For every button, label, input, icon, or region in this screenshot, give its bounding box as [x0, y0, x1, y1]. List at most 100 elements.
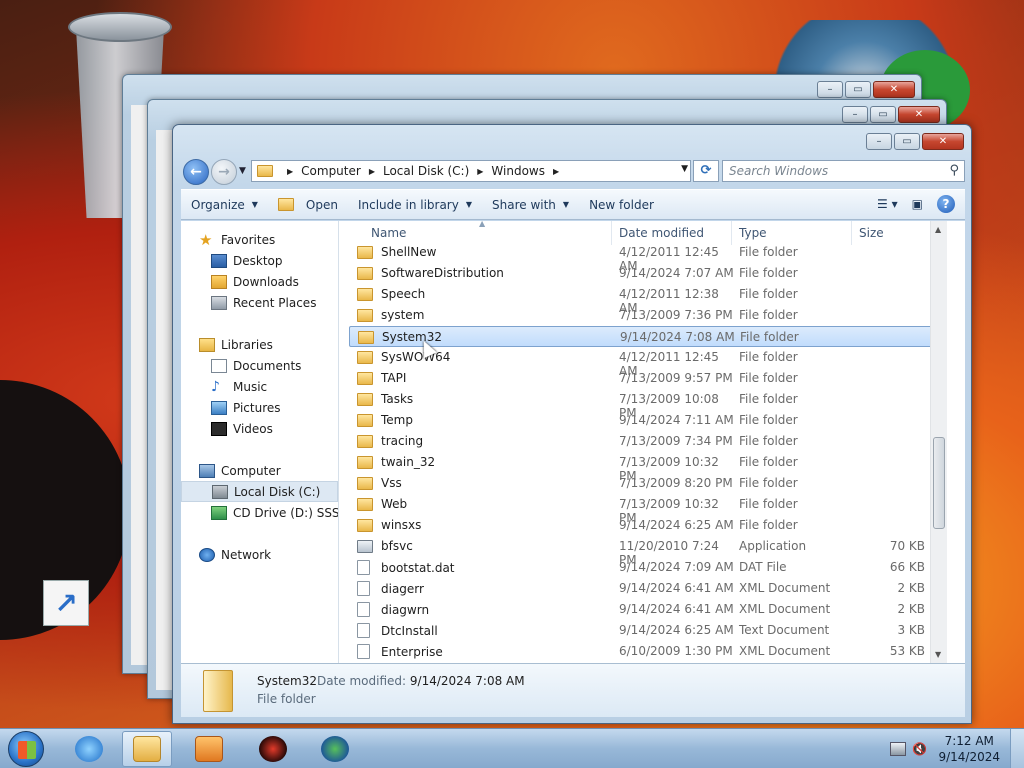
file-row[interactable]: SysWOW64 4/12/2011 12:45 AM File folder	[349, 347, 947, 378]
file-name-cell[interactable]: bfsvc	[357, 539, 597, 553]
close-button[interactable]: ✕	[922, 133, 964, 150]
file-row[interactable]: bootstat.dat 9/14/2024 7:09 AM DAT File 66 …	[349, 557, 947, 578]
scrollbar-thumb[interactable]	[933, 437, 945, 529]
chevron-right-icon[interactable]: ▶	[369, 167, 375, 176]
address-dropdown-icon[interactable]: ▼	[681, 164, 688, 174]
column-name[interactable]: Name	[371, 226, 611, 240]
chevron-right-icon[interactable]: ▶	[553, 167, 559, 176]
nav-cd-drive[interactable]: CD Drive (D:) SSS_X6	[181, 502, 338, 523]
file-row[interactable]: Speech 4/12/2011 12:38 AM File folder	[349, 284, 947, 315]
search-icon[interactable]: ⚲	[949, 163, 959, 178]
taskbar-internet-explorer[interactable]	[64, 731, 114, 767]
file-name-cell[interactable]: Web	[357, 497, 597, 511]
file-row[interactable]: TAPI 7/13/2009 9:57 PM File folder	[349, 368, 947, 389]
nav-pictures[interactable]: Pictures	[181, 397, 338, 418]
chevron-right-icon[interactable]: ▶	[287, 167, 293, 176]
breadcrumb-local-disk[interactable]: Local Disk (C:)	[383, 164, 469, 178]
file-name-cell[interactable]: System32	[358, 330, 598, 344]
nav-libraries[interactable]: Libraries	[181, 334, 338, 355]
file-list[interactable]: Name ▲ Date modified Type Size ShellNew 4…	[349, 221, 947, 663]
nav-local-disk[interactable]: Local Disk (C:)	[181, 481, 338, 502]
file-name-cell[interactable]: TAPI	[357, 371, 597, 385]
file-name-cell[interactable]: Speech	[357, 287, 597, 301]
column-type[interactable]: Type	[739, 226, 849, 240]
file-name-cell[interactable]: Temp	[357, 413, 597, 427]
file-row[interactable]: Temp 9/14/2024 7:11 AM File folder	[349, 410, 947, 431]
file-name-cell[interactable]: twain_32	[357, 455, 597, 469]
nav-computer[interactable]: Computer	[181, 460, 338, 481]
start-button[interactable]	[8, 731, 44, 767]
column-size[interactable]: Size	[859, 226, 925, 240]
file-row[interactable]: ShellNew 4/12/2011 12:45 AM File folder	[349, 242, 947, 273]
file-row[interactable]: System32 9/14/2024 7:08 AM File folder	[349, 326, 947, 347]
file-row[interactable]: tracing 7/13/2009 7:34 PM File folder	[349, 431, 947, 452]
minimize-button[interactable]: –	[866, 133, 892, 150]
new-folder-button[interactable]: New folder	[579, 198, 664, 212]
nav-network[interactable]: Network	[181, 544, 338, 565]
clock[interactable]: 7:12 AM 9/14/2024	[938, 733, 1000, 765]
nav-favorites[interactable]: ★ Favorites	[181, 229, 338, 250]
nav-downloads[interactable]: Downloads	[181, 271, 338, 292]
taskbar-red-app[interactable]	[248, 731, 298, 767]
file-name-cell[interactable]: SoftwareDistribution	[357, 266, 597, 280]
include-in-library-button[interactable]: Include in library ▼	[348, 198, 482, 212]
refresh-button[interactable]: ⟳	[693, 160, 719, 182]
nav-music[interactable]: ♪ Music	[181, 376, 338, 397]
file-row[interactable]: diagwrn 9/14/2024 6:41 AM XML Document 2 KB	[349, 599, 947, 620]
taskbar-windows-explorer[interactable]	[122, 731, 172, 767]
explorer-window[interactable]: – ▭ ✕ ← → ▼ ▶ Computer ▶ Local Disk (C:) ▶…	[172, 124, 972, 724]
file-name-cell[interactable]: tracing	[357, 434, 597, 448]
file-row[interactable]: winsxs 9/14/2024 6:25 AM File folder	[349, 515, 947, 536]
breadcrumb-computer[interactable]: Computer	[301, 164, 361, 178]
organize-button[interactable]: Organize ▼	[181, 198, 268, 212]
share-with-button[interactable]: Share with ▼	[482, 198, 579, 212]
file-name-cell[interactable]: SysWOW64	[357, 350, 597, 364]
nav-desktop[interactable]: Desktop	[181, 250, 338, 271]
maximize-button[interactable]: ▭	[894, 133, 920, 150]
file-row[interactable]: twain_32 7/13/2009 10:32 PM File folder	[349, 452, 947, 483]
file-name-cell[interactable]: ShellNew	[357, 245, 597, 259]
file-row[interactable]: Web 7/13/2009 10:32 PM File folder	[349, 494, 947, 525]
column-date-modified[interactable]: Date modified	[619, 226, 739, 240]
file-name-cell[interactable]: DtcInstall	[357, 623, 597, 638]
recent-pages-dropdown-icon[interactable]: ▼	[239, 166, 246, 176]
forward-button[interactable]: →	[211, 159, 237, 185]
scroll-down-icon[interactable]: ▼	[935, 650, 941, 659]
breadcrumb-windows[interactable]: Windows	[491, 164, 545, 178]
file-name-cell[interactable]: system	[357, 308, 597, 322]
file-row[interactable]: Tasks 7/13/2009 10:08 PM File folder	[349, 389, 947, 420]
back-button[interactable]: ←	[183, 159, 209, 185]
file-name-cell[interactable]: Enterprise	[357, 644, 597, 659]
file-name-cell[interactable]: diagerr	[357, 581, 597, 596]
view-options-icon[interactable]: ☰ ▾	[877, 197, 898, 211]
file-row[interactable]: SoftwareDistribution 9/14/2024 7:07 AM Fil…	[349, 263, 947, 284]
file-row[interactable]: DtcInstall 9/14/2024 6:25 AM Text Document…	[349, 620, 947, 641]
file-row[interactable]: Enterprise 6/10/2009 1:30 PM XML Document 5…	[349, 641, 947, 662]
file-row[interactable]: Vss 7/13/2009 8:20 PM File folder	[349, 473, 947, 494]
taskbar-globe-app[interactable]	[310, 731, 360, 767]
address-bar[interactable]: ▶ Computer ▶ Local Disk (C:) ▶ Windows ▶ ▼	[251, 160, 691, 182]
help-icon[interactable]: ?	[937, 195, 955, 213]
file-name-cell[interactable]: winsxs	[357, 518, 597, 532]
scroll-up-icon[interactable]: ▲	[935, 225, 941, 234]
file-name-cell[interactable]: diagwrn	[357, 602, 597, 617]
chevron-right-icon[interactable]: ▶	[477, 167, 483, 176]
file-name-cell[interactable]: bootstat.dat	[357, 560, 597, 575]
volume-muted-icon[interactable]: 🔇	[912, 742, 928, 756]
nav-recent-places[interactable]: Recent Places	[181, 292, 338, 313]
navigation-pane[interactable]: ★ Favorites Desktop Downloads Recent Plac…	[181, 221, 339, 663]
show-desktop-button[interactable]	[1010, 729, 1024, 768]
nav-documents[interactable]: Documents	[181, 355, 338, 376]
open-button[interactable]: Open	[268, 198, 348, 212]
file-row[interactable]: system 7/13/2009 7:36 PM File folder	[349, 305, 947, 326]
search-input[interactable]: Search Windows ⚲	[722, 160, 965, 182]
network-tray-icon[interactable]	[890, 742, 906, 756]
nav-videos[interactable]: Videos	[181, 418, 338, 439]
taskbar-media-player[interactable]	[184, 731, 234, 767]
shortcut-arrow-icon[interactable]: ↗	[43, 580, 89, 626]
file-row[interactable]: diagerr 9/14/2024 6:41 AM XML Document 2 KB	[349, 578, 947, 599]
file-name-cell[interactable]: Vss	[357, 476, 597, 490]
preview-pane-icon[interactable]: ▣	[912, 197, 923, 211]
file-row[interactable]: bfsvc 11/20/2010 7:24 PM Application 70 KB	[349, 536, 947, 567]
file-name-cell[interactable]: Tasks	[357, 392, 597, 406]
